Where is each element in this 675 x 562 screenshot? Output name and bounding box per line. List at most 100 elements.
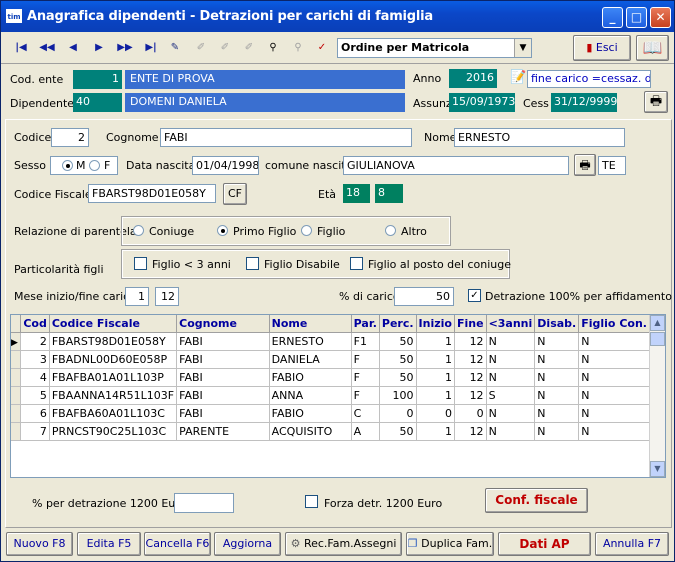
table-cell[interactable]: N: [578, 350, 650, 369]
table-cell[interactable]: N: [534, 404, 580, 423]
edita-button[interactable]: Edita F5: [77, 532, 141, 556]
rec-fam-button[interactable]: ⚙ Rec.Fam.Assegni: [285, 532, 402, 556]
figlio-posto-coniuge-checkbox[interactable]: [350, 257, 363, 270]
table-cell[interactable]: 50: [379, 368, 417, 387]
figlio-3anni-checkbox[interactable]: [134, 257, 147, 270]
table-cell[interactable]: 0: [379, 404, 417, 423]
cognome-field[interactable]: FABI: [160, 128, 412, 147]
forza-detr-checkbox[interactable]: [305, 495, 318, 508]
table-row[interactable]: 6 FBAFBA60A01L103C FABI FABIO C 0 0 0 N N N: [11, 404, 650, 423]
row-indicator[interactable]: [11, 422, 22, 441]
provincia-field[interactable]: TE: [598, 156, 626, 175]
comune-lookup-button[interactable]: 🖶: [574, 154, 596, 176]
table-cell[interactable]: N: [534, 422, 580, 441]
table-cell[interactable]: FBADNL00D60E058P: [49, 350, 178, 369]
table-cell[interactable]: FABI: [176, 404, 270, 423]
table-cell[interactable]: FABI: [176, 350, 270, 369]
table-cell[interactable]: DANIELA: [269, 350, 352, 369]
col-inizio[interactable]: Inizio: [416, 315, 455, 333]
table-cell[interactable]: FABIO: [269, 368, 352, 387]
nuovo-button[interactable]: Nuovo F8: [6, 532, 73, 556]
edit-record-icon[interactable]: ✐: [190, 37, 212, 59]
table-cell[interactable]: 12: [454, 368, 487, 387]
table-cell[interactable]: C: [351, 404, 380, 423]
cancella-button[interactable]: Cancella F6: [144, 532, 211, 556]
print-button[interactable]: 🖶: [644, 91, 668, 113]
table-cell[interactable]: 0: [416, 404, 455, 423]
nome-field[interactable]: ERNESTO: [454, 128, 625, 147]
table-cell[interactable]: 1: [416, 422, 455, 441]
table-row[interactable]: ▶ 2 FBARST98D01E058Y FABI ERNESTO F1 50 1 12 N N N: [11, 332, 650, 351]
table-cell[interactable]: 6: [20, 404, 50, 423]
data-nascita-field[interactable]: 01/04/1998: [192, 156, 259, 175]
rel-figlio-radio[interactable]: [301, 225, 312, 236]
dati-ap-button[interactable]: Dati AP: [498, 532, 591, 556]
duplica-fam-button[interactable]: ❐ Duplica Fam.: [406, 532, 494, 556]
table-cell[interactable]: N: [534, 386, 580, 405]
table-cell[interactable]: S: [486, 386, 536, 405]
table-row[interactable]: 7 PRNCST90C25L103C PARENTE ACQUISITO A 50 1 12 N…: [11, 422, 650, 441]
table-cell[interactable]: N: [486, 368, 536, 387]
minimize-button[interactable]: _: [602, 7, 623, 28]
detrazione-100-checkbox[interactable]: ✓: [468, 289, 481, 302]
table-cell[interactable]: A: [351, 422, 380, 441]
table-cell[interactable]: PRNCST90C25L103C: [49, 422, 178, 441]
table-cell[interactable]: N: [486, 422, 536, 441]
table-cell[interactable]: 12: [454, 350, 487, 369]
codice-field[interactable]: 2: [51, 128, 89, 147]
col-cod[interactable]: Cod: [20, 315, 50, 333]
family-grid[interactable]: Cod Codice Fiscale Cognome Nome Par. Per…: [10, 314, 666, 478]
table-cell[interactable]: 1: [416, 368, 455, 387]
col-cognome[interactable]: Cognome: [176, 315, 270, 333]
next-page-icon[interactable]: ▶▶: [114, 37, 136, 59]
table-cell[interactable]: 3: [20, 350, 50, 369]
table-cell[interactable]: N: [578, 404, 650, 423]
table-cell[interactable]: 2: [20, 332, 50, 351]
order-select[interactable]: Ordine per Matricola ▼: [337, 38, 532, 58]
table-cell[interactable]: FABI: [176, 332, 270, 351]
table-cell[interactable]: FABI: [176, 368, 270, 387]
table-cell[interactable]: ERNESTO: [269, 332, 352, 351]
col-disab[interactable]: Disab.: [534, 315, 580, 333]
table-cell[interactable]: N: [578, 422, 650, 441]
row-indicator[interactable]: [11, 386, 22, 405]
rel-altro-radio[interactable]: [385, 225, 396, 236]
aggiorna-button[interactable]: Aggiorna F9: [214, 532, 281, 561]
table-cell[interactable]: FBAFBA60A01L103C: [49, 404, 178, 423]
search-next-icon[interactable]: ⚲: [287, 37, 309, 59]
figlio-disabile-checkbox[interactable]: [246, 257, 259, 270]
table-cell[interactable]: N: [486, 350, 536, 369]
table-row[interactable]: 5 FBAANNA14R51L103F FABI ANNA F 100 1 12 S N N: [11, 386, 650, 405]
table-cell[interactable]: 1: [416, 350, 455, 369]
calc-cf-button[interactable]: CF: [223, 183, 247, 205]
conf-fiscale-button[interactable]: Conf. fiscale: [485, 488, 588, 513]
prev-record-icon[interactable]: ◀: [62, 37, 84, 59]
perc-1200-field[interactable]: [174, 493, 234, 513]
col-codice-fiscale[interactable]: Codice Fiscale: [49, 315, 178, 333]
chevron-down-icon[interactable]: ▼: [514, 39, 531, 57]
col-figlio-con[interactable]: Figlio Con.: [578, 315, 650, 333]
annulla-button[interactable]: Annulla F7: [595, 532, 669, 556]
table-row[interactable]: 3 FBADNL00D60E058P FABI DANIELA F 50 1 12 N N N: [11, 350, 650, 369]
rel-primo-figlio-radio[interactable]: [217, 225, 228, 236]
edit-note-icon[interactable]: 📝: [510, 70, 526, 86]
table-cell[interactable]: N: [578, 368, 650, 387]
table-cell[interactable]: 5: [20, 386, 50, 405]
first-record-icon[interactable]: |◀: [10, 37, 32, 59]
table-cell[interactable]: 1: [416, 332, 455, 351]
table-cell[interactable]: 1: [416, 386, 455, 405]
row-indicator[interactable]: [11, 368, 22, 387]
save-record-icon[interactable]: ✐: [238, 37, 260, 59]
scroll-thumb[interactable]: [650, 332, 665, 346]
table-cell[interactable]: 4: [20, 368, 50, 387]
table-row[interactable]: 4 FBAFBA01A01L103P FABI FABIO F 50 1 12 N N N: [11, 368, 650, 387]
col-3anni[interactable]: <3anni: [486, 315, 536, 333]
scroll-up-icon[interactable]: ▲: [650, 315, 665, 331]
table-cell[interactable]: 50: [379, 422, 417, 441]
delete-record-icon[interactable]: ✐: [214, 37, 236, 59]
table-cell[interactable]: F: [351, 368, 380, 387]
perc-carico-field[interactable]: 50: [394, 287, 454, 306]
table-cell[interactable]: 50: [379, 350, 417, 369]
table-cell[interactable]: N: [578, 332, 650, 351]
table-cell[interactable]: 7: [20, 422, 50, 441]
